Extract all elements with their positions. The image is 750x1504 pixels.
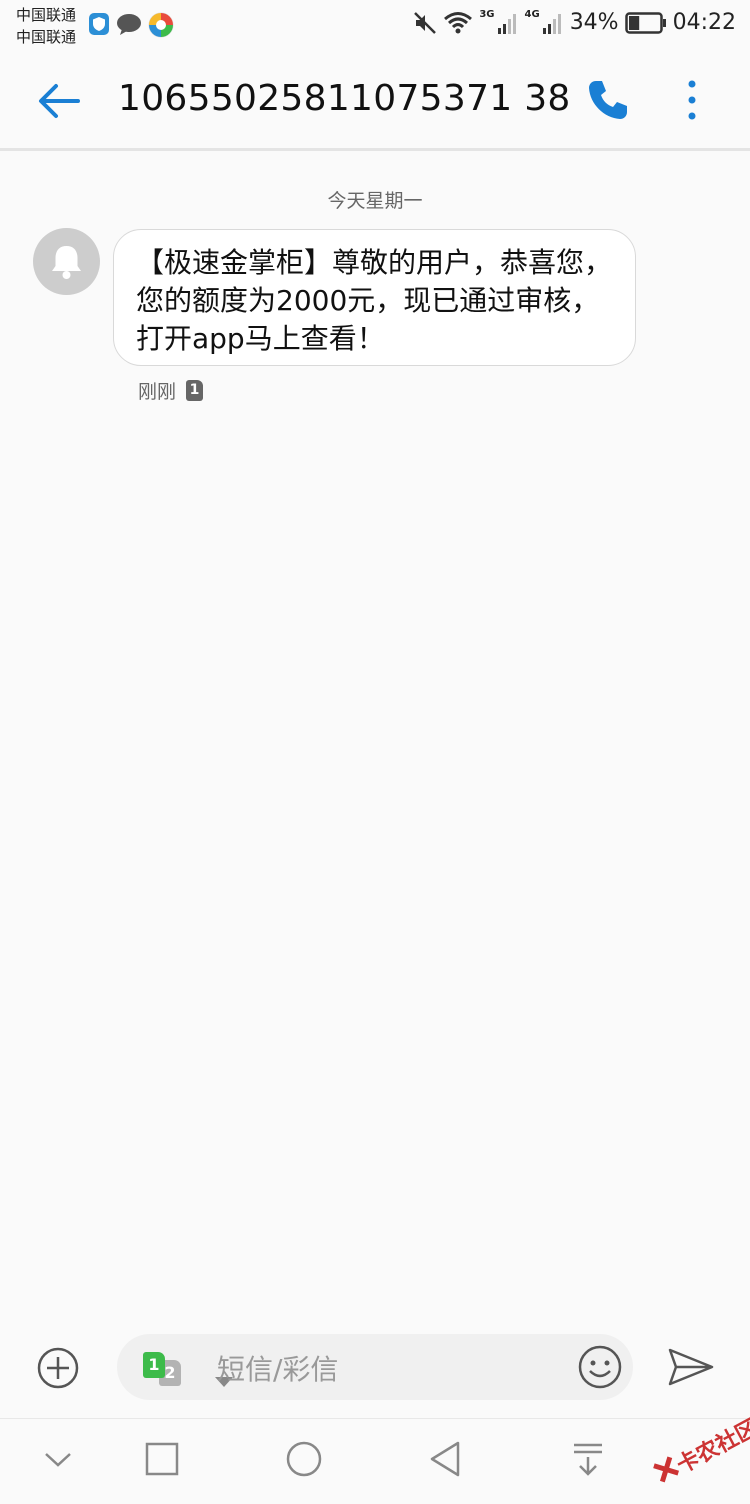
- input-placeholder: 短信/彩信: [217, 1353, 339, 1386]
- send-icon[interactable]: [666, 1344, 716, 1390]
- signal-icon-1: [497, 13, 516, 34]
- carrier-info: 中国联通 中国联通: [16, 4, 76, 48]
- status-bar: 中国联通 中国联通 3G 4G 34% 04:22: [0, 0, 750, 52]
- shield-icon: [89, 13, 109, 35]
- signal-icon-2: [542, 13, 561, 34]
- bell-icon: [52, 246, 81, 279]
- system-navigation-bar: [0, 1418, 750, 1501]
- chat-bubble-icon: [117, 14, 141, 35]
- contact-number: 10655025811075371 38: [118, 78, 571, 119]
- sim-1-badge: 1: [143, 1352, 165, 1378]
- more-vertical-icon[interactable]: [678, 78, 706, 122]
- network-type-2: 4G: [524, 9, 540, 20]
- battery-icon: [624, 11, 666, 34]
- message-bubble[interactable]: 【极速金掌柜】尊敬的用户，恭喜您，您的额度为2000元，现已通过审核，打开app…: [113, 229, 636, 366]
- notification-pulldown-icon[interactable]: [568, 1439, 608, 1479]
- recents-square-icon[interactable]: [142, 1439, 182, 1479]
- battery-percent: 34%: [569, 10, 619, 35]
- phone-icon[interactable]: [586, 78, 630, 122]
- mute-icon: [414, 11, 437, 34]
- system-status: 3G 4G 34% 04:22: [413, 9, 736, 35]
- message-meta: 刚刚 1: [138, 377, 204, 404]
- carrier-name-2: 中国联通: [16, 28, 77, 46]
- message-input[interactable]: 2 1 短信/彩信: [117, 1334, 633, 1400]
- date-divider: 今天星期一: [327, 190, 423, 212]
- notification-icons: [88, 12, 174, 38]
- compose-bar: 2 1 短信/彩信: [0, 1324, 750, 1414]
- contact-avatar[interactable]: [33, 228, 100, 295]
- emoji-icon[interactable]: [577, 1344, 623, 1390]
- home-circle-icon[interactable]: [284, 1439, 324, 1479]
- network-type-1: 3G: [479, 9, 495, 20]
- back-triangle-icon[interactable]: [426, 1439, 466, 1479]
- sim-selector[interactable]: 2 1: [143, 1352, 233, 1387]
- back-arrow-icon[interactable]: [34, 78, 82, 124]
- ball-app-icon: [148, 12, 174, 38]
- wifi-icon: [444, 11, 473, 33]
- message-timestamp: 刚刚: [138, 381, 177, 403]
- collapse-down-icon[interactable]: [38, 1439, 78, 1479]
- carrier-name-1: 中国联通: [16, 6, 77, 24]
- add-circle-icon[interactable]: [36, 1346, 80, 1390]
- clock: 04:22: [672, 10, 736, 35]
- app-bar: 10655025811075371 38: [0, 52, 750, 151]
- sim-card-badge: 1: [186, 380, 204, 401]
